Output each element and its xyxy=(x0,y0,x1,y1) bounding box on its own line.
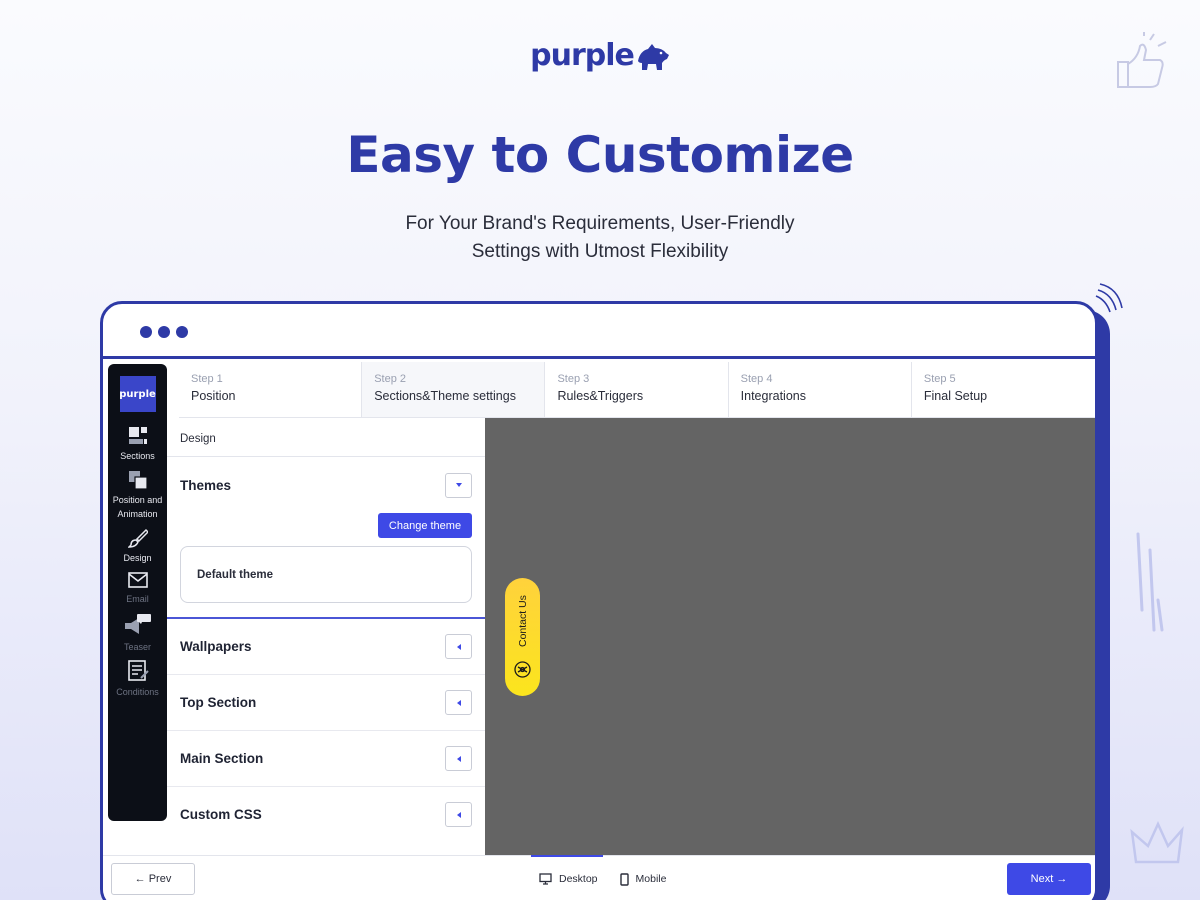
hero-subtitle-line-2: Settings with Utmost Flexibility xyxy=(471,241,729,262)
step-position[interactable]: Step 1 Position xyxy=(179,362,363,417)
scribble-icon xyxy=(1136,532,1164,632)
themes-title: Themes xyxy=(180,477,232,493)
section-title: Main Section xyxy=(180,751,264,766)
sidebar-item-position-animation[interactable]: Position and Animation xyxy=(108,470,167,522)
device-toggle: Desktop Mobile xyxy=(531,855,667,900)
sidebar-item-label: Email xyxy=(126,594,149,604)
contact-us-widget[interactable]: Contact Us xyxy=(505,578,540,696)
sidebar-item-teaser[interactable]: Teaser xyxy=(108,613,167,655)
section-wallpapers[interactable]: Wallpapers xyxy=(167,619,485,675)
expand-button[interactable] xyxy=(445,802,472,827)
sidebar-item-design[interactable]: Design xyxy=(108,528,167,566)
preview-canvas: Contact Us xyxy=(485,418,1095,855)
change-theme-button[interactable]: Change theme xyxy=(378,513,472,538)
sidebar-item-label: Design xyxy=(123,552,152,563)
sidebar-item-sections[interactable]: Sections xyxy=(108,426,167,464)
section-title: Custom CSS xyxy=(180,807,262,822)
hero-title: Easy to Customize xyxy=(346,126,854,184)
window-controls xyxy=(140,326,188,338)
panel-heading: Design xyxy=(167,419,485,457)
section-main[interactable]: Main Section xyxy=(167,731,485,787)
hero-subtitle-line-1: For Your Brand's Requirements, User-Frie… xyxy=(405,213,795,234)
step-name: Integrations xyxy=(740,389,806,403)
step-sections-theme[interactable]: Step 2 Sections&Theme settings xyxy=(362,362,546,417)
window-dot[interactable] xyxy=(158,326,170,338)
step-number: Step 4 xyxy=(740,373,773,385)
chevron-down-icon xyxy=(455,483,462,487)
app-sidebar: purple Sections Position and Animation D… xyxy=(108,364,167,821)
desktop-toggle[interactable]: Desktop xyxy=(531,855,603,900)
sidebar-item-label: Teaser xyxy=(123,641,151,652)
themes-header[interactable]: Themes xyxy=(167,457,485,513)
window-titlebar xyxy=(103,304,1095,359)
mobile-toggle[interactable]: Mobile xyxy=(619,856,667,900)
app-body: purple Sections Position and Animation D… xyxy=(103,362,1095,900)
expand-button[interactable] xyxy=(445,746,472,771)
brand-name: purple xyxy=(530,38,635,73)
step-integrations[interactable]: Step 4 Integrations xyxy=(729,362,912,417)
section-title: Wallpapers xyxy=(180,639,252,654)
step-name: Final Setup xyxy=(923,389,988,403)
window-dot[interactable] xyxy=(176,326,188,338)
step-name: Rules&Triggers xyxy=(557,389,644,403)
crown-icon xyxy=(1130,820,1184,864)
section-title: Top Section xyxy=(180,695,257,710)
next-button[interactable]: Next → xyxy=(1007,863,1091,895)
chevron-left-icon xyxy=(456,811,461,818)
sidebar-item-label: Sections xyxy=(120,451,155,461)
envelope-icon xyxy=(127,572,148,588)
chevron-left-icon xyxy=(456,755,461,762)
bottom-bar: ← Prev Desktop Mobile Next → xyxy=(103,855,1095,900)
step-name: Sections&Theme settings xyxy=(374,389,516,403)
monitor-icon xyxy=(539,873,552,885)
prev-button[interactable]: ← Prev xyxy=(111,863,195,895)
brush-icon xyxy=(127,528,148,548)
section-custom-css[interactable]: Custom CSS xyxy=(167,787,485,829)
themes-collapse-button[interactable] xyxy=(445,472,472,498)
expand-button[interactable] xyxy=(445,690,472,715)
sidebar-item-label: Position and Animation xyxy=(112,494,163,520)
hero-subtitle: For Your Brand's Requirements, User-Frie… xyxy=(0,210,1200,266)
chat-icon xyxy=(514,661,531,678)
position-animation-icon xyxy=(128,470,148,490)
step-name: Position xyxy=(191,389,236,403)
section-top[interactable]: Top Section xyxy=(167,675,485,731)
design-panel: Design Themes Change theme Default theme… xyxy=(167,419,485,829)
step-number: Step 2 xyxy=(374,373,407,385)
sidebar-item-label: Conditions xyxy=(116,687,159,697)
bear-icon xyxy=(637,43,669,70)
desktop-label: Desktop xyxy=(559,873,598,885)
step-number: Step 1 xyxy=(191,373,223,385)
sections-icon xyxy=(128,427,147,444)
expand-button[interactable] xyxy=(445,634,472,659)
step-number: Step 3 xyxy=(557,373,590,385)
step-rules-triggers[interactable]: Step 3 Rules&Triggers xyxy=(545,362,729,417)
chevron-left-icon xyxy=(456,643,461,650)
sidebar-item-conditions[interactable]: Conditions xyxy=(108,660,167,700)
phone-icon xyxy=(619,872,629,886)
browser-window: purple Sections Position and Animation D… xyxy=(100,301,1098,900)
chevron-left-icon xyxy=(456,699,461,706)
conditions-icon xyxy=(127,660,149,681)
brand-logo: purple xyxy=(0,38,1200,73)
contact-us-label: Contact Us xyxy=(517,595,529,647)
mobile-label: Mobile xyxy=(635,873,667,885)
step-number: Step 5 xyxy=(923,373,956,385)
sidebar-logo[interactable]: purple xyxy=(119,376,156,412)
themes-section: Themes Change theme Default theme xyxy=(167,457,485,619)
sidebar-item-email[interactable]: Email xyxy=(108,571,167,607)
thumbs-up-icon xyxy=(1117,32,1167,88)
wizard-steps: Step 1 Position Step 2 Sections&Theme se… xyxy=(179,362,1095,418)
megaphone-icon xyxy=(124,613,151,634)
step-final-setup[interactable]: Step 5 Final Setup xyxy=(912,362,1095,417)
current-theme-card[interactable]: Default theme xyxy=(180,546,472,603)
window-dot[interactable] xyxy=(140,326,152,338)
wifi-lines-icon xyxy=(1095,283,1123,313)
